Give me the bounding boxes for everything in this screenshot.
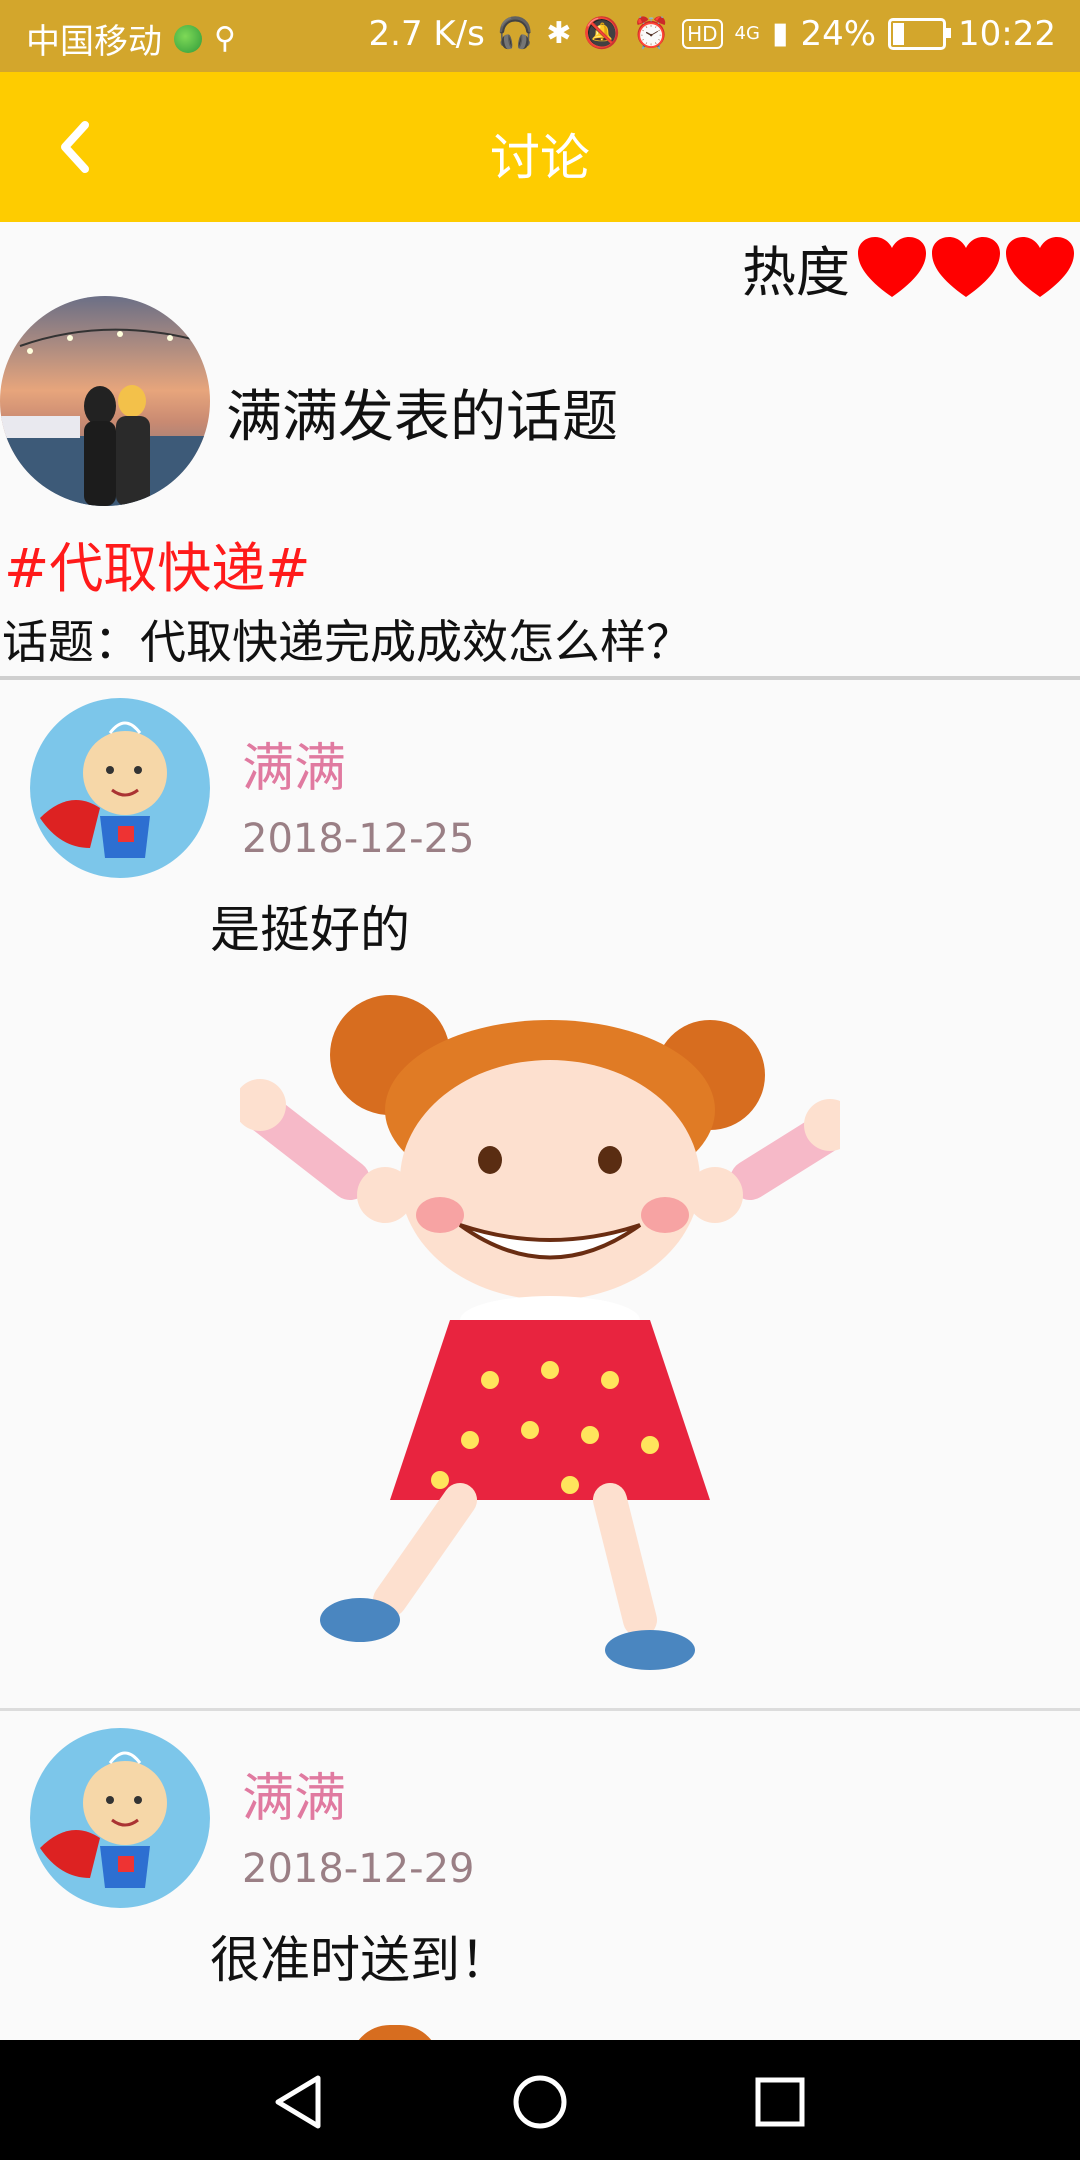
- heat-rating: 热度: [742, 228, 1076, 307]
- hd-badge: HD: [682, 19, 723, 49]
- globe-icon: [174, 24, 202, 53]
- heat-label: 热度: [742, 241, 850, 304]
- commenter-name: 满满: [242, 739, 347, 799]
- bluetooth-icon: ✱: [546, 16, 572, 51]
- back-nav-icon[interactable]: [270, 2072, 330, 2132]
- battery-percent: 24%: [800, 14, 877, 54]
- battery-icon: [888, 18, 952, 50]
- mute-icon: 🔕: [583, 16, 621, 51]
- alarm-icon: ⏰: [632, 16, 671, 51]
- carrier-label: 中国移动: [26, 22, 162, 62]
- signal-type: 4G: [734, 23, 760, 44]
- page-title: 讨论: [490, 129, 590, 187]
- comment-image[interactable]: [350, 2025, 440, 2040]
- status-bar: 中国移动 ⚲ 2.7 K/s 🎧 ✱ 🔕 ⏰ HD 4G ▮ 24% 10:22: [0, 0, 1080, 72]
- comment-date: 2018-12-25: [242, 816, 475, 862]
- topic-header: 热度 满满发表的话题 #代取快递# 话题：代取快递完成成效怎么样？: [0, 222, 1080, 678]
- comment-item: 满满 2018-12-29 很准时送到！: [0, 1710, 1080, 2040]
- comment-item: 满满 2018-12-25 是挺好的: [0, 680, 1080, 1710]
- usb-icon: ⚲: [214, 20, 236, 56]
- comment-date: 2018-12-29: [242, 1846, 475, 1892]
- system-nav-bar: [0, 2040, 1080, 2160]
- comment-text: 是挺好的: [210, 901, 410, 959]
- home-nav-icon[interactable]: [510, 2072, 570, 2132]
- commenter-avatar[interactable]: [30, 698, 210, 878]
- heart-icon: [932, 236, 1000, 297]
- headphones-icon: 🎧: [496, 16, 535, 51]
- poster-avatar[interactable]: [0, 296, 210, 506]
- topic-question: 话题：代取快递完成成效怎么样？: [2, 615, 692, 669]
- commenter-name: 满满: [242, 1769, 347, 1829]
- net-speed: 2.7 K/s: [368, 14, 485, 54]
- topic-tag[interactable]: #代取快递#: [4, 524, 311, 603]
- commenter-avatar[interactable]: [30, 1728, 210, 1908]
- app-bar: 讨论: [0, 72, 1080, 222]
- recents-nav-icon[interactable]: [750, 2072, 810, 2132]
- comment-text: 很准时送到！: [210, 1931, 510, 1989]
- comment-image[interactable]: [234, 980, 856, 1680]
- heart-icon: [1006, 236, 1074, 297]
- heart-icon: [858, 236, 926, 297]
- signal-icon: ▮: [771, 16, 789, 51]
- clock: 10:22: [958, 14, 1056, 54]
- poster-title: 满满发表的话题: [226, 385, 618, 450]
